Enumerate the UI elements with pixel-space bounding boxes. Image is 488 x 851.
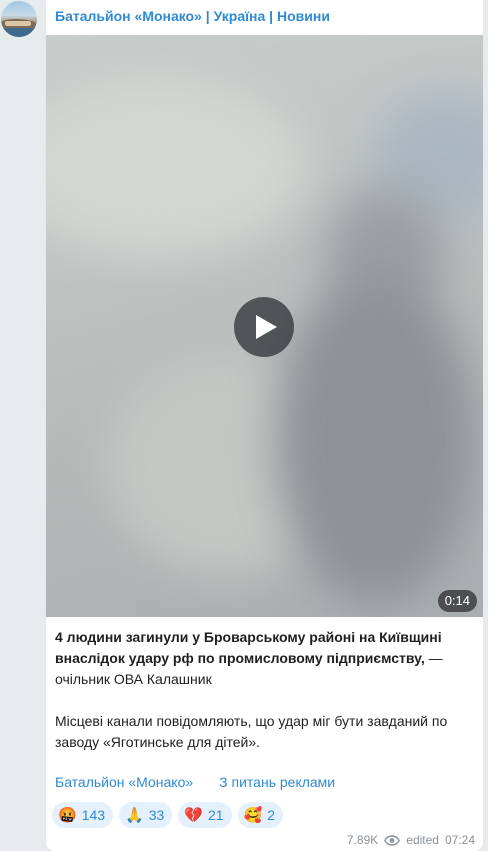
reaction-count: 143: [81, 807, 106, 823]
reaction-count: 21: [208, 807, 224, 823]
reaction-pray[interactable]: 🙏 33: [119, 802, 173, 828]
message-text: 4 людини загинули у Броварському районі …: [55, 627, 475, 753]
message-paragraph-2: Місцеві канали повідомляють, що удар міг…: [55, 713, 448, 750]
message-bold-text: 4 людини загинули у Броварському районі …: [55, 629, 442, 666]
ads-link[interactable]: З питань реклами: [219, 774, 335, 790]
message-links: Батальйон «Монако» З питань реклами: [55, 774, 335, 790]
channel-title[interactable]: Батальйон «Монако» | Україна | Новини: [55, 8, 330, 24]
play-icon: [256, 315, 277, 339]
reaction-broken-heart[interactable]: 💔 21: [178, 802, 232, 828]
angry-face-icon: 🤬: [58, 806, 77, 824]
smiling-hearts-icon: 🥰: [243, 806, 263, 824]
message-paragraph-1: 4 людини загинули у Броварському районі …: [55, 627, 475, 690]
video-preview[interactable]: 0:14: [46, 35, 483, 617]
message-meta: 7.89K edited 07:24: [347, 833, 475, 847]
edited-label: edited: [406, 833, 439, 847]
channel-link[interactable]: Батальйон «Монако»: [55, 774, 193, 790]
channel-avatar[interactable]: [1, 1, 37, 37]
reaction-angry[interactable]: 🤬 143: [52, 802, 114, 828]
view-count: 7.89K: [346, 833, 379, 847]
eye-icon: [384, 834, 401, 846]
broken-heart-icon: 💔: [184, 806, 203, 824]
reactions-bar: 🤬 143 🙏 33 💔 21 🥰 2: [52, 802, 284, 828]
message-bubble: Батальйон «Монако» | Україна | Новини 0:…: [46, 0, 483, 851]
message-time: 07:24: [444, 833, 475, 847]
praying-hands-icon: 🙏: [125, 806, 144, 824]
play-button[interactable]: [234, 297, 294, 357]
video-duration: 0:14: [437, 590, 477, 612]
reaction-count: 2: [267, 807, 276, 823]
reaction-count: 33: [148, 807, 165, 823]
reaction-love[interactable]: 🥰 2: [237, 802, 284, 828]
